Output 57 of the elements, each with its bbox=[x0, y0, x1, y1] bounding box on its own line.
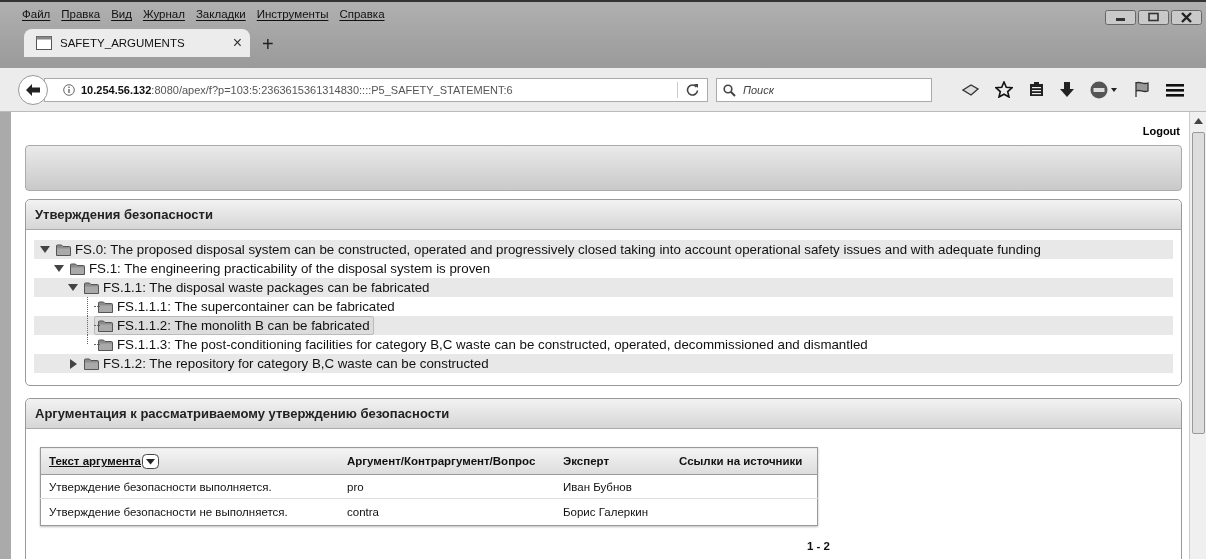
star-icon[interactable] bbox=[995, 81, 1013, 98]
menu-item[interactable]: Журнал bbox=[142, 8, 185, 20]
tree-item[interactable]: FS.1.1.1: The supercontainer can be fabricated bbox=[94, 297, 399, 316]
menu-item[interactable]: Вид bbox=[111, 8, 132, 20]
collapsed-triangle-icon[interactable] bbox=[69, 358, 77, 369]
folder-icon bbox=[56, 243, 71, 256]
tree-item[interactable]: FS.1: The engineering practicability of the disposal system is proven bbox=[66, 259, 495, 278]
scrollbar-thumb[interactable] bbox=[1191, 132, 1205, 434]
menu-item[interactable]: Инструменты bbox=[256, 8, 329, 20]
scroll-up-icon[interactable] bbox=[1193, 118, 1203, 124]
column-header: Аргумент/Контраргумент/Вопрос bbox=[347, 455, 536, 467]
download-icon[interactable] bbox=[1060, 81, 1074, 98]
new-tab-button[interactable]: + bbox=[262, 34, 274, 54]
reload-icon[interactable] bbox=[686, 83, 699, 96]
page-icon bbox=[36, 36, 52, 50]
logout-link[interactable]: Logout bbox=[1142, 125, 1180, 137]
table-cell: Борис Галеркин bbox=[563, 506, 648, 518]
close-button[interactable] bbox=[1171, 10, 1202, 25]
table-cell: Утверждение безопасности выполняется. bbox=[49, 480, 272, 493]
expanded-triangle-icon[interactable] bbox=[40, 246, 50, 253]
table-cell: pro bbox=[347, 480, 364, 493]
menu-icon[interactable] bbox=[1166, 82, 1184, 97]
info-icon[interactable] bbox=[63, 83, 75, 96]
folder-icon bbox=[84, 357, 99, 370]
table-cell: Иван Бубнов bbox=[563, 480, 632, 493]
menu-item[interactable]: Закладки bbox=[195, 8, 246, 20]
expanded-triangle-icon[interactable] bbox=[54, 265, 64, 272]
back-arrow-icon bbox=[25, 82, 41, 97]
column-header: Ссылки на источники bbox=[679, 455, 803, 467]
pagination-text: 1 - 2 bbox=[807, 540, 830, 552]
address-field[interactable]: 10.254.56.132:8080/apex/f?p=103:5:2363615361314830::::P5_SAFETY_STATEMENT:6 bbox=[44, 77, 708, 102]
flag-icon[interactable] bbox=[1134, 81, 1150, 98]
folder-icon bbox=[70, 262, 85, 275]
dropdown-icon[interactable] bbox=[142, 453, 159, 469]
panel-title: Утверждения безопасности bbox=[26, 200, 1181, 230]
tree-item[interactable]: FS.1.1.3: The post-conditioning facilities for category B,C waste can be constructed, operated, decommissioned and dismantled bbox=[94, 335, 872, 354]
back-button[interactable] bbox=[18, 74, 48, 105]
column-header: Эксперт bbox=[563, 455, 610, 467]
menu-item[interactable]: Правка bbox=[61, 8, 101, 20]
browser-tab[interactable]: SAFETY_ARGUMENTS × bbox=[24, 29, 250, 57]
minimize-button[interactable] bbox=[1105, 10, 1136, 25]
menu-item[interactable]: Файл bbox=[22, 8, 51, 20]
table-cell: contra bbox=[347, 506, 379, 518]
search-icon bbox=[723, 83, 736, 97]
maximize-button[interactable] bbox=[1138, 10, 1169, 25]
panel-title: Аргументация к рассматриваемому утверждению безопасности bbox=[26, 399, 1181, 429]
folder-icon bbox=[84, 281, 99, 294]
clipboard-icon[interactable] bbox=[1029, 82, 1044, 97]
folder-icon bbox=[98, 338, 113, 351]
folder-icon bbox=[98, 319, 113, 332]
tree-item[interactable]: FS.1.1.2: The monolith B can be fabricated bbox=[94, 316, 374, 335]
menu-item[interactable]: Справка bbox=[339, 8, 385, 20]
table-cell: Утверждение безопасности не выполняется. bbox=[49, 506, 288, 518]
search-field[interactable]: Поиск bbox=[716, 77, 932, 102]
expanded-triangle-icon[interactable] bbox=[68, 284, 78, 291]
tab-close-button[interactable]: × bbox=[232, 35, 242, 51]
folder-icon bbox=[98, 300, 113, 313]
